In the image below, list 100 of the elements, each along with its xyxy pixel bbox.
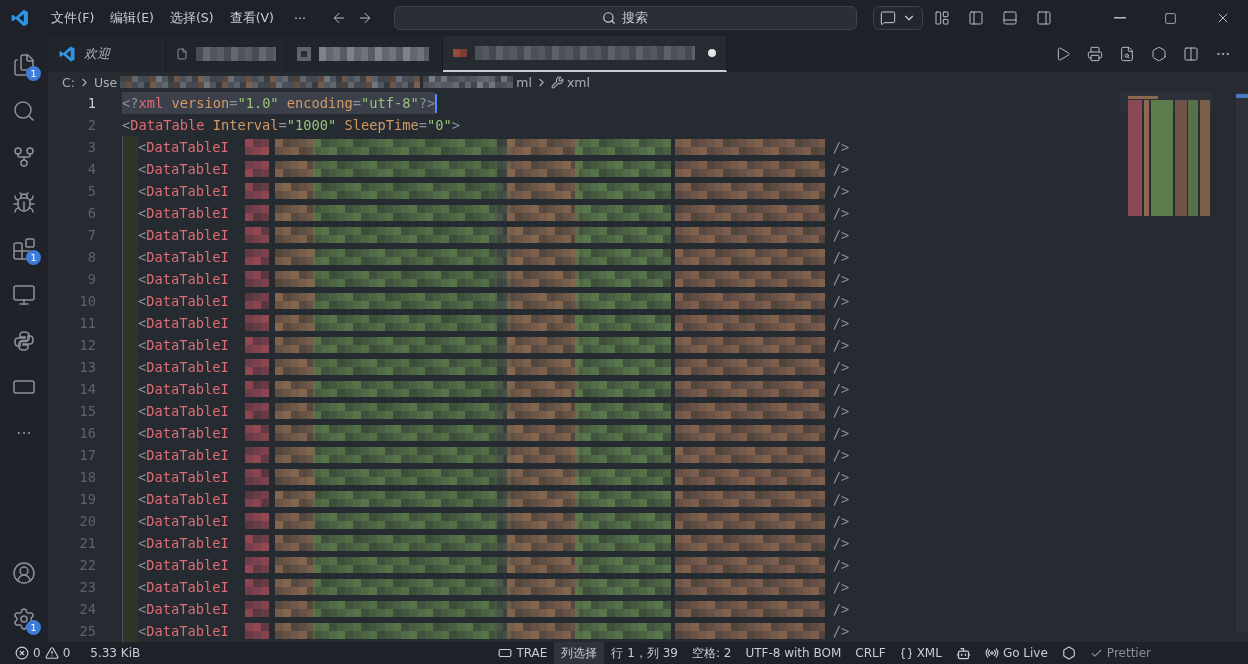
bug-icon bbox=[12, 191, 36, 215]
language-mode[interactable]: XML bbox=[892, 642, 949, 664]
line-number: 14 bbox=[78, 381, 97, 397]
code-line: <DataTableI bbox=[138, 204, 229, 223]
line-number: 23 bbox=[78, 579, 97, 595]
monitor-icon bbox=[12, 283, 36, 307]
account-icon bbox=[12, 561, 36, 585]
editor-tab[interactable] bbox=[443, 36, 727, 72]
line-number: 6 bbox=[86, 205, 97, 221]
code-line: /> bbox=[832, 490, 850, 509]
status-item[interactable]: 行 1，列 39 bbox=[604, 642, 685, 664]
wrench-icon bbox=[550, 75, 564, 89]
problems-indicator[interactable]: 0 0 bbox=[8, 642, 78, 664]
blocks-icon bbox=[12, 237, 36, 261]
code-line: /> bbox=[832, 534, 850, 553]
code-line: <DataTableI bbox=[138, 160, 229, 179]
menu-item[interactable]: 查看(V) bbox=[223, 5, 280, 31]
status-item[interactable]: Prettier bbox=[1082, 642, 1158, 664]
printer-icon bbox=[1087, 46, 1103, 62]
code-line: /> bbox=[832, 402, 850, 421]
code-line: <DataTableI bbox=[138, 534, 229, 553]
breadcrumb-item[interactable]: C: bbox=[62, 74, 75, 90]
search-icon bbox=[12, 99, 36, 123]
line-number: 19 bbox=[78, 491, 97, 507]
more-button[interactable]: ··· bbox=[0, 410, 48, 456]
line-number: 2 bbox=[86, 117, 97, 133]
code-line: <DataTableI bbox=[138, 468, 229, 487]
hexagon-icon bbox=[1151, 46, 1167, 62]
code-line: /> bbox=[832, 446, 850, 465]
line-number: 9 bbox=[86, 271, 97, 287]
code-line: /> bbox=[832, 600, 850, 619]
layout-icon bbox=[934, 10, 950, 26]
code-line: /> bbox=[832, 138, 850, 157]
play-icon bbox=[1055, 46, 1071, 62]
code-line: /> bbox=[832, 358, 850, 377]
text-cursor bbox=[435, 93, 438, 113]
chat-button[interactable] bbox=[873, 6, 923, 30]
code-line: /> bbox=[832, 556, 850, 575]
minimize-button[interactable] bbox=[1111, 14, 1129, 22]
code-line: /> bbox=[832, 424, 850, 443]
search-icon bbox=[602, 11, 617, 25]
code-line: <DataTableI bbox=[138, 336, 229, 355]
code-line: /> bbox=[832, 622, 850, 641]
code-line: <DataTableI bbox=[138, 402, 229, 421]
code-line: <DataTableI bbox=[138, 358, 229, 377]
menu-item[interactable]: 编辑(E) bbox=[104, 5, 160, 31]
settings-icon bbox=[12, 607, 36, 631]
code-line: <DataTableI bbox=[138, 622, 229, 641]
code-line: <DataTable Interval="1000" SleepTime="0"> bbox=[122, 116, 460, 135]
code-line: <DataTableI bbox=[138, 226, 229, 245]
menu-item[interactable]: 选择(S) bbox=[163, 5, 220, 31]
code-line: <DataTableI bbox=[138, 600, 229, 619]
command-center[interactable]: 搜索 bbox=[393, 6, 857, 30]
line-number: 20 bbox=[78, 513, 97, 529]
breadcrumb-item[interactable]: ml bbox=[516, 74, 532, 90]
maximize-icon bbox=[1164, 11, 1177, 25]
code-line: /> bbox=[832, 578, 850, 597]
vscode-logo-icon bbox=[10, 8, 30, 28]
file-type-icon bbox=[453, 49, 467, 57]
file-search-icon bbox=[1119, 46, 1135, 62]
file-size: 5.33 KiB bbox=[89, 645, 142, 662]
code-line: <DataTableI bbox=[138, 446, 229, 465]
code-line: /> bbox=[832, 204, 850, 223]
warning-icon bbox=[44, 646, 59, 660]
python-icon bbox=[12, 329, 36, 353]
broadcast-icon bbox=[984, 646, 999, 660]
hexagon-icon bbox=[1061, 646, 1076, 660]
more-menu-button[interactable]: ··· bbox=[287, 6, 312, 30]
status-item[interactable]: Go Live bbox=[977, 642, 1055, 664]
status-item[interactable]: CRLF bbox=[848, 642, 893, 664]
vscode-logo-icon bbox=[58, 45, 76, 63]
breadcrumb-item[interactable]: Use bbox=[93, 74, 118, 90]
code-line: /> bbox=[832, 270, 850, 289]
status-item[interactable]: 空格: 2 bbox=[684, 642, 739, 664]
code-line: <DataTableI bbox=[138, 138, 229, 157]
activity-button[interactable]: 1 bbox=[0, 596, 48, 642]
code-line: <DataTableI bbox=[138, 248, 229, 267]
code-line: /> bbox=[832, 160, 850, 179]
activity-button[interactable]: 1 bbox=[0, 226, 48, 272]
panel-right-icon bbox=[1036, 10, 1052, 26]
minimize-icon bbox=[1114, 17, 1126, 19]
code-line: <DataTableI bbox=[138, 182, 229, 201]
activity-button[interactable]: 1 bbox=[0, 42, 48, 88]
line-number: 15 bbox=[78, 403, 97, 419]
files-icon bbox=[12, 53, 36, 77]
line-number: 5 bbox=[86, 183, 97, 199]
status-item[interactable]: TRAE bbox=[491, 642, 555, 664]
code-line: <DataTableI bbox=[138, 424, 229, 443]
code-line: /> bbox=[832, 336, 850, 355]
code-line: <DataTableI bbox=[138, 270, 229, 289]
breadcrumb-item[interactable]: xml bbox=[566, 74, 590, 90]
line-number: 10 bbox=[78, 293, 97, 309]
status-item[interactable]: UTF-8 with BOM bbox=[738, 642, 849, 664]
menu-item[interactable]: 文件(F) bbox=[45, 5, 101, 31]
code-line: <DataTableI bbox=[138, 380, 229, 399]
code-line: <DataTableI bbox=[138, 292, 229, 311]
status-item[interactable]: 列选择 bbox=[554, 642, 605, 664]
line-number: 7 bbox=[86, 227, 97, 243]
code-line: <DataTableI bbox=[138, 490, 229, 509]
square-file-icon bbox=[297, 47, 311, 61]
